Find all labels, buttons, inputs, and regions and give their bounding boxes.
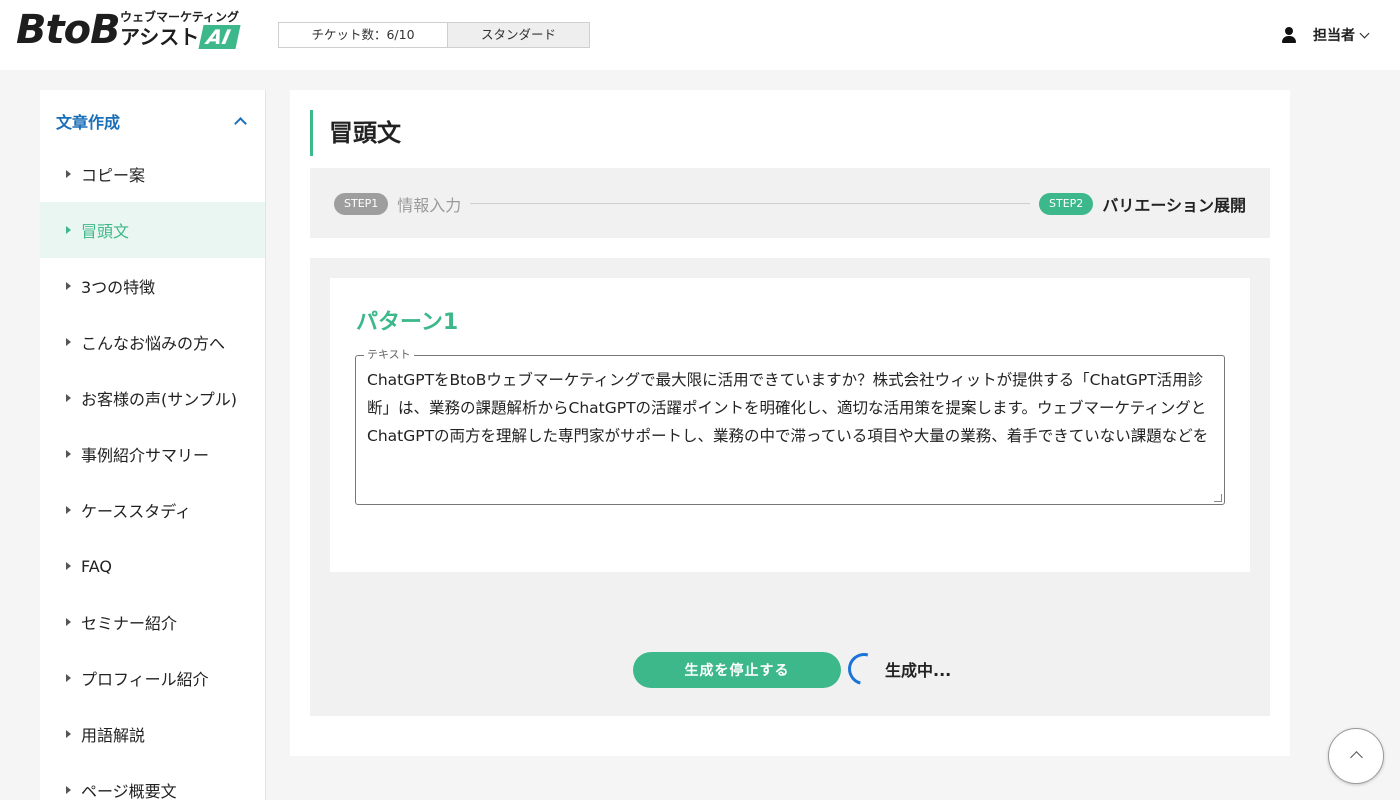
caret-right-icon [66,226,71,234]
text-field[interactable]: テキスト ChatGPTをBtoBウェブマーケティングで最大限に活用できています… [355,348,1225,505]
step-1-badge: STEP1 [334,193,389,215]
stop-generation-button[interactable]: 生成を停止する [633,652,841,688]
sidebar-item-label: 事例紹介サマリー [81,446,210,465]
step-1: STEP1 情報入力 [334,192,461,216]
sidebar-item-label: 冒頭文 [81,222,130,241]
caret-right-icon [66,338,71,346]
logo-ai-badge: AI [198,25,241,49]
sidebar-item-case-study[interactable]: ケーススタディ [40,482,265,538]
caret-right-icon [66,786,71,794]
sidebar-item-label: コピー案 [81,166,146,185]
step-2-label: バリエーション展開 [1102,196,1246,215]
sidebar-item-profile[interactable]: プロフィール紹介 [40,650,265,706]
pattern-title: パターン1 [356,310,459,335]
sidebar-item-case-summary[interactable]: 事例紹介サマリー [40,426,265,482]
logo-sub-text: ウェブマーケティング [120,10,240,24]
plan-badge: スタンダード [448,23,589,47]
chevron-up-icon [234,117,247,130]
main-panel: 冒頭文 STEP1 情報入力 STEP2 バリエーション展開 パターン1 テキス… [290,90,1290,756]
sidebar: 文章作成 コピー案 冒頭文 3つの特徴 こんなお悩みの方へ お客様の声(サンプル… [40,90,266,800]
scroll-to-top-button[interactable] [1328,728,1384,784]
sidebar-item-faq[interactable]: FAQ [40,538,265,594]
app-header: BtoB ウェブマーケティング アシスト AI チケット数：6/10 スタンダード… [0,0,1400,70]
caret-right-icon [66,450,71,458]
text-field-value[interactable]: ChatGPTをBtoBウェブマーケティングで最大限に活用できていますか？株式会… [367,366,1217,450]
sidebar-item-concerns[interactable]: こんなお悩みの方へ [40,314,265,370]
ticket-count: チケット数：6/10 [279,23,448,47]
caret-right-icon [66,394,71,402]
sidebar-item-seminar[interactable]: セミナー紹介 [40,594,265,650]
sidebar-item-label: こんなお悩みの方へ [81,334,226,353]
user-icon [1281,27,1297,43]
pattern-card: パターン1 テキスト ChatGPTをBtoBウェブマーケティングで最大限に活用… [330,278,1250,572]
resize-handle-icon[interactable] [1214,494,1222,502]
sidebar-item-label: セミナー紹介 [81,614,178,633]
caret-right-icon [66,170,71,178]
user-name: 担当者 [1313,28,1355,44]
sidebar-item-testimonials[interactable]: お客様の声(サンプル) [40,370,265,426]
caret-right-icon [66,618,71,626]
step-connector [470,203,1030,204]
caret-right-icon [66,282,71,290]
caret-right-icon [66,730,71,738]
app-logo[interactable]: BtoB ウェブマーケティング アシスト AI [16,7,241,53]
chevron-down-icon [1359,28,1370,38]
sidebar-item-label: 3つの特徴 [81,278,156,297]
caret-right-icon [66,674,71,682]
sidebar-section-writing[interactable]: 文章作成 [40,90,265,152]
sidebar-section-label: 文章作成 [56,113,121,132]
caret-right-icon [66,562,71,570]
step-2: STEP2 バリエーション展開 [1039,192,1246,216]
ticket-info: チケット数：6/10 スタンダード [278,22,590,48]
sidebar-item-copy[interactable]: コピー案 [40,146,265,202]
step-indicator: STEP1 情報入力 STEP2 バリエーション展開 [310,168,1270,238]
step-1-label: 情報入力 [397,196,462,215]
sidebar-item-intro[interactable]: 冒頭文 [40,202,265,258]
sidebar-item-label: ケーススタディ [81,502,192,521]
step-2-badge: STEP2 [1039,193,1094,215]
sidebar-item-label: 用語解説 [81,726,146,745]
logo-assist-text: アシスト AI [120,25,241,49]
page-title: 冒頭文 [310,110,401,156]
sidebar-item-features[interactable]: 3つの特徴 [40,258,265,314]
sidebar-item-page-summary[interactable]: ページ概要文 [40,762,265,800]
sidebar-item-label: お客様の声(サンプル) [81,390,238,409]
result-area: パターン1 テキスト ChatGPTをBtoBウェブマーケティングで最大限に活用… [310,258,1270,716]
sidebar-list: コピー案 冒頭文 3つの特徴 こんなお悩みの方へ お客様の声(サンプル) 事例紹… [40,146,265,800]
sidebar-item-glossary[interactable]: 用語解説 [40,706,265,762]
logo-main-text: BtoB [16,7,121,53]
logo-assist-label: アシスト [120,25,200,49]
chevron-up-icon [1350,751,1363,764]
user-menu[interactable]: 担当者 [1281,24,1370,46]
text-field-label: テキスト [364,348,414,362]
sidebar-item-label: ページ概要文 [81,782,177,800]
caret-right-icon [66,506,71,514]
sidebar-item-label: FAQ [81,556,112,576]
generation-status: 生成中... [885,661,952,680]
sidebar-item-label: プロフィール紹介 [81,670,209,689]
loading-spinner-icon [842,647,886,691]
